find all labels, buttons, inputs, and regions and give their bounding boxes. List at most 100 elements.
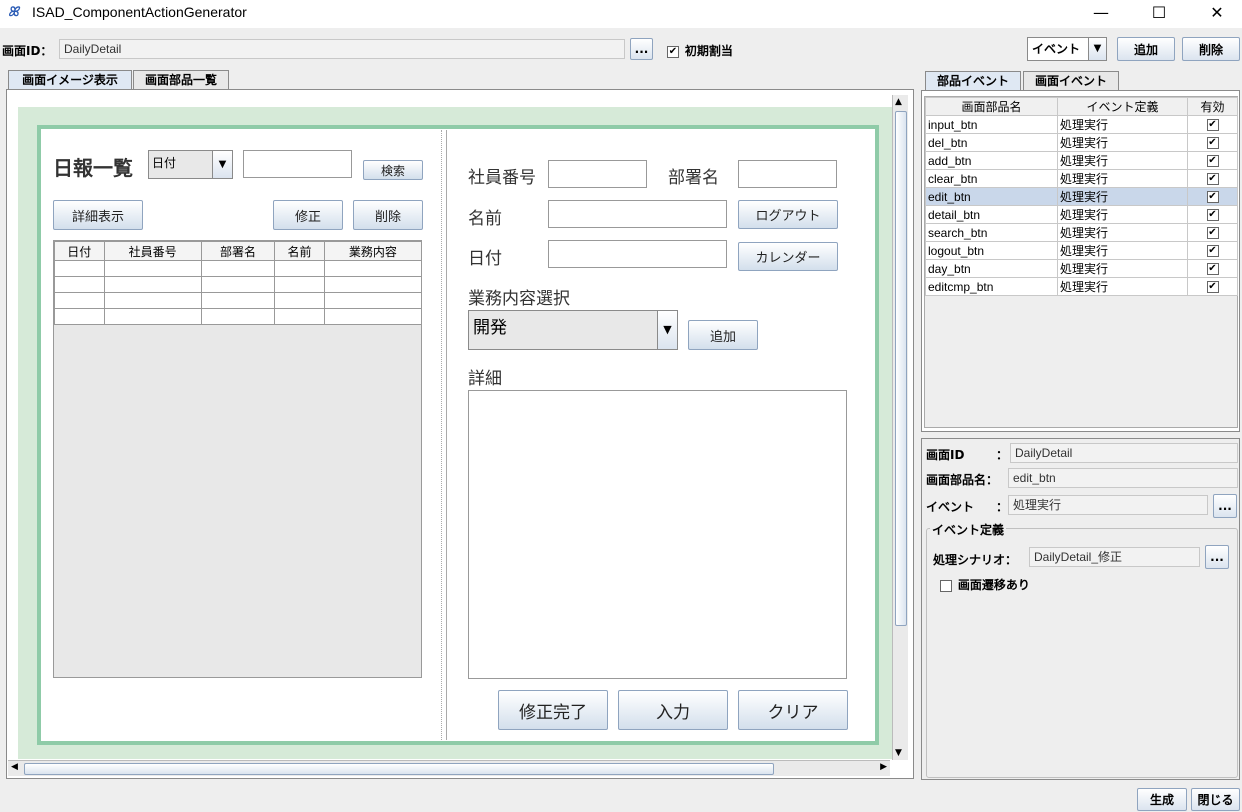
table-row-selected[interactable]: edit_btn 処理実行 ✔ [925,187,1238,206]
detail-view-button[interactable]: 詳細表示 [53,200,143,230]
enabled-cell[interactable]: ✔ [1187,259,1238,278]
detail-screen-id-field[interactable]: DailyDetail [1010,443,1238,463]
table-row[interactable]: clear_btn 処理実行 ✔ [925,169,1238,188]
close-button[interactable]: ✕ [1194,0,1240,28]
column-header-emp-no[interactable]: 社員番号 [103,241,202,261]
date-combo[interactable]: 日付 ▼ [148,150,233,179]
scroll-left-icon[interactable]: ◀ [11,762,18,772]
horizontal-scrollbar[interactable]: ◀ ▶ [8,760,890,776]
enabled-cell[interactable]: ✔ [1187,241,1238,260]
emp-no-input[interactable] [548,160,647,188]
generate-button[interactable]: 生成 [1137,788,1187,811]
date-input[interactable] [548,240,727,268]
table-row[interactable]: add_btn 処理実行 ✔ [925,151,1238,170]
maximize-button[interactable]: ☐ [1136,0,1182,28]
scroll-down-icon[interactable]: ▼ [895,748,902,758]
tab-part-events[interactable]: 部品イベント [925,71,1021,91]
table-row[interactable]: input_btn 処理実行 ✔ [925,115,1238,134]
name-input[interactable] [548,200,727,228]
check-icon[interactable]: ✔ [1206,263,1219,276]
column-header-name[interactable]: 名前 [274,241,325,261]
enabled-cell[interactable]: ✔ [1187,115,1238,134]
tab-screen-parts[interactable]: 画面部品一覧 [133,70,229,90]
column-header-enabled[interactable]: 有効 [1187,97,1238,116]
vertical-scroll-thumb[interactable] [895,111,907,626]
check-icon[interactable]: ✔ [1206,227,1219,240]
search-button[interactable]: 検索 [363,160,423,180]
table-row[interactable]: del_btn 処理実行 ✔ [925,133,1238,152]
horizontal-scroll-thumb[interactable] [24,763,774,775]
check-icon[interactable]: ✔ [1206,173,1219,186]
event-table[interactable]: 画面部品名 イベント定義 有効 input_btn 処理実行 ✔ del_btn 処理… [924,96,1238,428]
work-combo[interactable]: 開発 ▼ [468,310,678,350]
column-header-date[interactable]: 日付 [54,241,105,261]
enabled-cell[interactable]: ✔ [1187,151,1238,170]
column-header-dept[interactable]: 部署名 [200,241,276,261]
table-row[interactable]: editcmp_btn 処理実行 ✔ [925,277,1238,296]
close-dialog-button[interactable]: 閉じる [1191,788,1240,811]
column-header-event-def[interactable]: イベント定義 [1057,97,1188,116]
calendar-button[interactable]: カレンダー [738,242,838,271]
event-cell[interactable]: 処理実行 [1057,241,1188,260]
check-icon[interactable]: ✔ [1206,137,1219,150]
column-header-work[interactable]: 業務内容 [323,241,423,261]
event-cell[interactable]: 処理実行 [1057,187,1188,206]
part-name-cell[interactable]: logout_btn [925,241,1058,260]
tab-screen-image[interactable]: 画面イメージ表示 [8,70,132,90]
event-type-select[interactable]: イベント ▼ [1027,37,1107,61]
table-row[interactable]: detail_btn 処理実行 ✔ [925,205,1238,224]
event-cell[interactable]: 処理実行 [1057,259,1188,278]
enabled-cell[interactable]: ✔ [1187,187,1238,206]
vertical-scrollbar[interactable]: ▲ ▼ [892,95,908,760]
initial-assign-checkbox[interactable]: ✔ 初期割当 [667,42,733,59]
add-work-button[interactable]: 追加 [688,320,758,350]
event-browse-button[interactable]: ... [1213,494,1237,518]
event-cell[interactable]: 処理実行 [1057,205,1188,224]
part-name-cell[interactable]: del_btn [925,133,1058,152]
detail-textarea[interactable] [468,390,847,679]
report-table[interactable]: 日付 社員番号 部署名 名前 業務内容 [53,240,423,678]
column-header-part-name[interactable]: 画面部品名 [925,97,1058,116]
event-cell[interactable]: 処理実行 [1057,223,1188,242]
part-name-cell[interactable]: edit_btn [925,187,1058,206]
table-row[interactable]: search_btn 処理実行 ✔ [925,223,1238,242]
search-input[interactable] [243,150,352,178]
enabled-cell[interactable]: ✔ [1187,133,1238,152]
table-row[interactable] [54,276,423,293]
part-name-field[interactable]: edit_btn [1008,468,1238,488]
enabled-cell[interactable]: ✔ [1187,277,1238,296]
scenario-field[interactable]: DailyDetail_修正 [1029,547,1200,567]
event-cell[interactable]: 処理実行 [1057,277,1188,296]
table-row[interactable] [54,292,423,309]
enabled-cell[interactable]: ✔ [1187,205,1238,224]
minimize-button[interactable]: — [1078,0,1124,28]
part-name-cell[interactable]: day_btn [925,259,1058,278]
event-cell[interactable]: 処理実行 [1057,169,1188,188]
add-event-button[interactable]: 追加 [1117,37,1175,61]
transition-checkbox[interactable]: 画面遷移あり [940,576,1030,593]
table-row[interactable]: day_btn 処理実行 ✔ [925,259,1238,278]
part-name-cell[interactable]: detail_btn [925,205,1058,224]
edit-complete-button[interactable]: 修正完了 [498,690,608,730]
part-name-cell[interactable]: add_btn [925,151,1058,170]
delete-button[interactable]: 削除 [353,200,423,230]
part-name-cell[interactable]: input_btn [925,115,1058,134]
clear-button[interactable]: クリア [738,690,848,730]
table-row[interactable] [54,260,423,277]
input-button[interactable]: 入力 [618,690,728,730]
edit-button[interactable]: 修正 [273,200,343,230]
split-divider[interactable] [441,130,447,740]
scroll-right-icon[interactable]: ▶ [880,762,887,772]
event-field[interactable]: 処理実行 [1008,495,1208,515]
check-icon[interactable]: ✔ [1206,119,1219,132]
enabled-cell[interactable]: ✔ [1187,223,1238,242]
check-icon[interactable]: ✔ [1206,191,1219,204]
check-icon[interactable]: ✔ [1206,155,1219,168]
event-cell[interactable]: 処理実行 [1057,115,1188,134]
check-icon[interactable]: ✔ [1206,209,1219,222]
scenario-browse-button[interactable]: ... [1205,545,1229,569]
table-row[interactable]: logout_btn 処理実行 ✔ [925,241,1238,260]
event-cell[interactable]: 処理実行 [1057,151,1188,170]
part-name-cell[interactable]: search_btn [925,223,1058,242]
check-icon[interactable]: ✔ [1206,281,1219,294]
